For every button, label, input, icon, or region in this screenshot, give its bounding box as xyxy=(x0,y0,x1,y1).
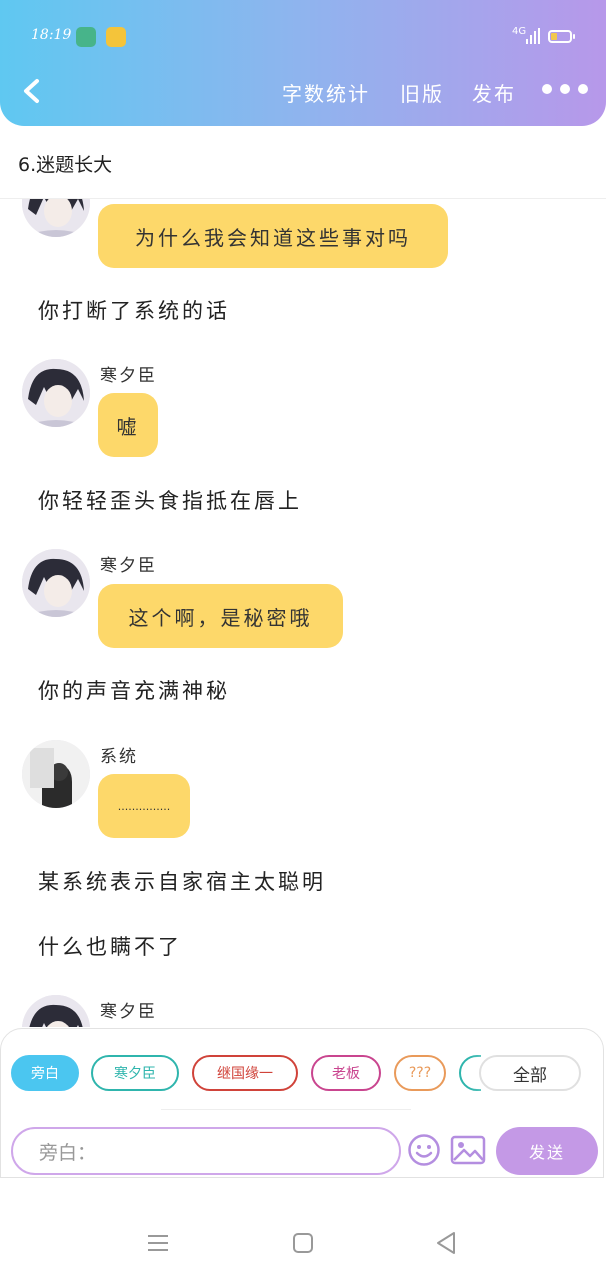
gift-notification-icon xyxy=(106,27,126,47)
role-tag-label: 寒夕臣 xyxy=(114,1066,156,1082)
divider xyxy=(161,1109,411,1110)
role-tag-label: 旁白 xyxy=(31,1066,59,1082)
home-icon[interactable] xyxy=(292,1232,314,1254)
signal-icon xyxy=(526,28,540,44)
role-tag[interactable]: 继国缘一 xyxy=(192,1055,298,1091)
dialogue-bubble[interactable]: 这个啊，是秘密哦 xyxy=(98,584,343,648)
story-feed[interactable]: 为什么我会知道这些事对吗 你打断了系统的话 寒夕臣 嘘 你轻轻歪头食指抵在唇上 … xyxy=(0,199,606,1027)
send-button[interactable]: 发送 xyxy=(496,1127,598,1175)
menu-icon[interactable] xyxy=(146,1234,170,1252)
avatar[interactable] xyxy=(22,199,90,237)
app-notification-icon xyxy=(76,27,96,47)
role-tag-label: 继国缘一 xyxy=(217,1066,273,1082)
network-label: 4G xyxy=(512,26,527,37)
dialogue-bubble[interactable]: 为什么我会知道这些事对吗 xyxy=(98,204,448,268)
role-tag-partial[interactable] xyxy=(459,1055,481,1091)
avatar[interactable] xyxy=(22,359,90,427)
speaker-name: 寒夕臣 xyxy=(100,556,157,576)
speaker-name: 系统 xyxy=(100,747,138,767)
publish-button[interactable]: 发布 xyxy=(472,78,516,107)
speaker-name: 寒夕臣 xyxy=(100,366,157,386)
role-tag-list[interactable]: 旁白 寒夕臣 继国缘一 老板 ??? xyxy=(11,1055,481,1095)
dialogue-bubble[interactable]: 嘘 xyxy=(98,393,158,457)
narration-text[interactable]: 什么也瞒不了 xyxy=(38,931,182,961)
chapter-title: 6.迷题长大 xyxy=(18,154,113,176)
narration-text[interactable]: 你打断了系统的话 xyxy=(38,295,230,325)
avatar[interactable] xyxy=(22,740,90,808)
status-time: 18:19 xyxy=(31,27,72,43)
narration-text[interactable]: 你轻轻歪头食指抵在唇上 xyxy=(38,485,302,515)
speaker-name: 寒夕臣 xyxy=(100,1002,157,1022)
more-icon[interactable] xyxy=(542,84,588,94)
role-tag-label: 老板 xyxy=(332,1066,360,1082)
dialogue-bubble[interactable]: ............... xyxy=(98,774,190,838)
narration-text[interactable]: 你的声音充满神秘 xyxy=(38,675,230,705)
image-icon[interactable] xyxy=(450,1135,486,1165)
narration-text[interactable]: 某系统表示自家宿主太聪明 xyxy=(38,866,326,896)
top-header: 18:19 4G 字数统计 旧版 发布 xyxy=(0,0,606,126)
system-nav-bar xyxy=(0,1178,606,1280)
role-tag[interactable]: 寒夕臣 xyxy=(91,1055,179,1091)
role-tag-label: ??? xyxy=(408,1065,432,1081)
word-count-button[interactable]: 字数统计 xyxy=(282,78,370,107)
status-bar: 18:19 4G xyxy=(0,18,606,54)
battery-icon xyxy=(548,30,575,43)
message-input[interactable]: 旁白： xyxy=(11,1127,401,1175)
input-panel: 旁白 寒夕臣 继国缘一 老板 ??? 全部 旁白： 发送 xyxy=(0,1028,604,1178)
avatar[interactable] xyxy=(22,549,90,617)
role-tag[interactable]: 老板 xyxy=(311,1055,381,1091)
back-triangle-icon[interactable] xyxy=(434,1230,458,1256)
back-icon[interactable] xyxy=(18,76,46,106)
role-tag-narrator[interactable]: 旁白 xyxy=(11,1055,79,1091)
old-version-button[interactable]: 旧版 xyxy=(400,78,444,107)
role-tag[interactable]: ??? xyxy=(394,1055,446,1091)
avatar[interactable] xyxy=(22,995,90,1027)
emoji-icon[interactable] xyxy=(407,1133,441,1167)
all-roles-button[interactable]: 全部 xyxy=(479,1055,581,1091)
